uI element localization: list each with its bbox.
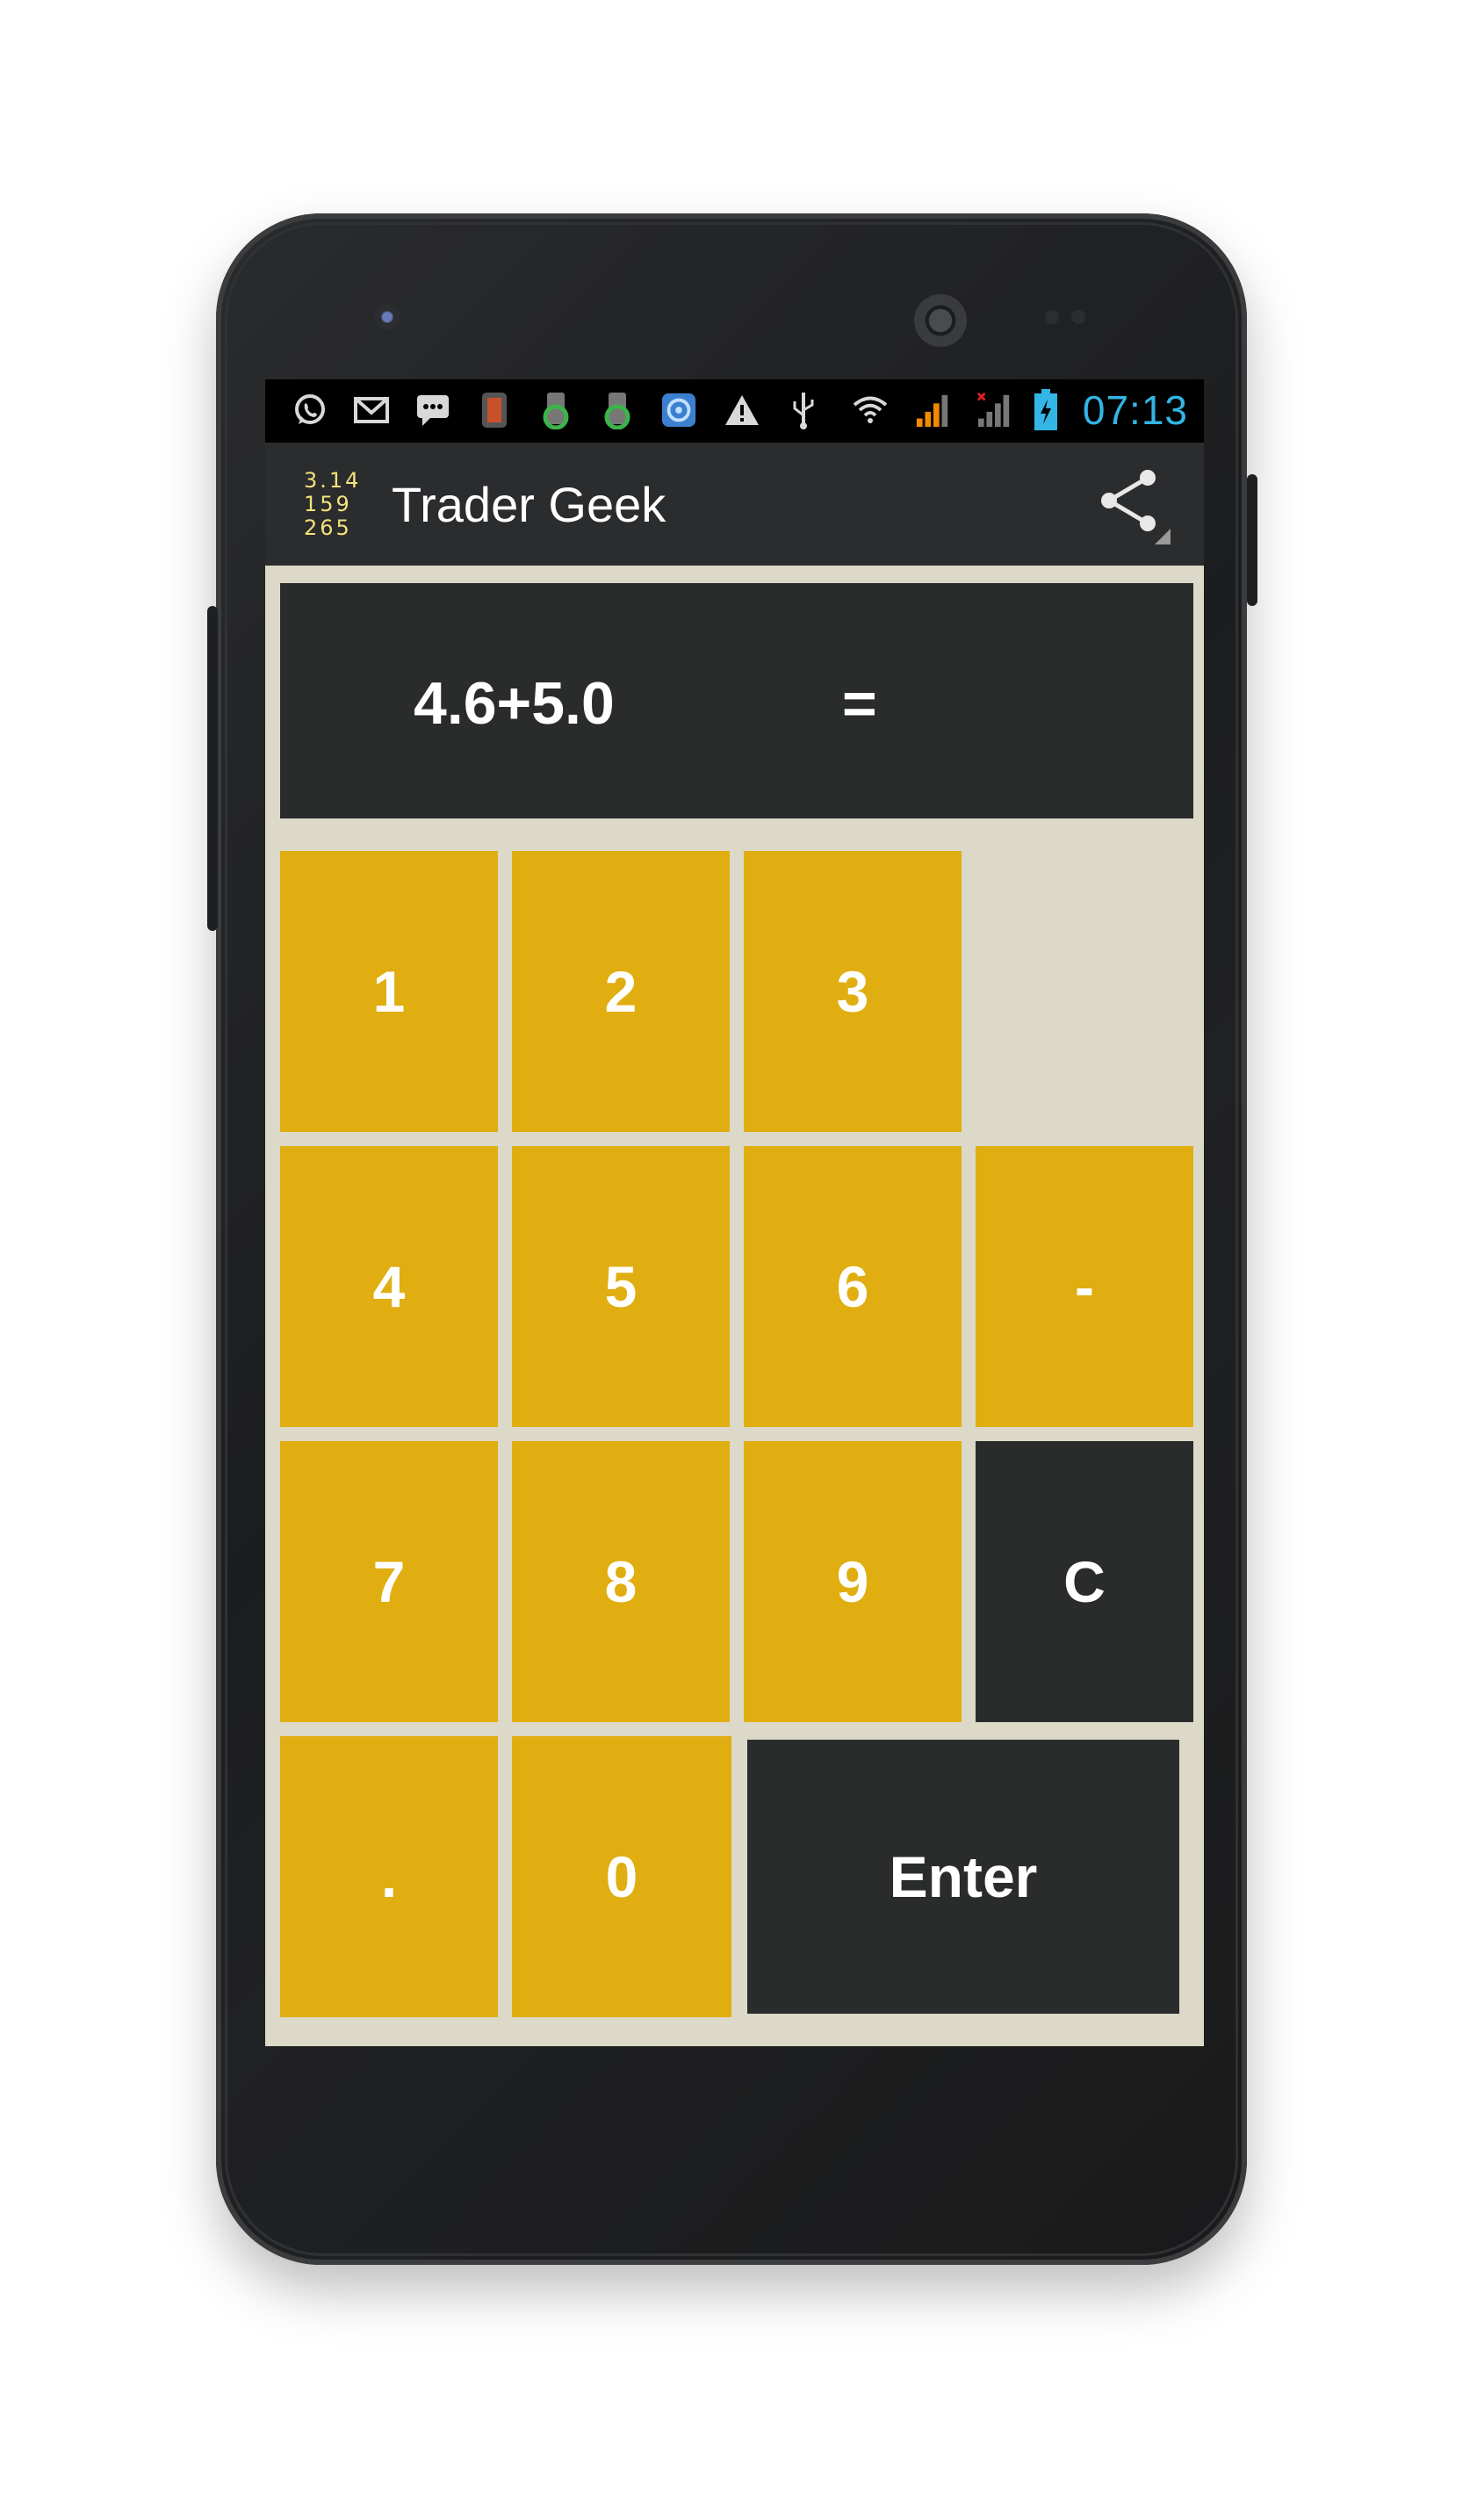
app-title: Trader Geek [392,477,666,532]
green-app-icon-2 [599,392,636,429]
battery-charging-icon [1027,389,1064,430]
equals-sign: = [842,670,877,737]
key-3[interactable]: 3 [744,851,962,1132]
minus-button[interactable]: - [976,1146,1193,1427]
key-8[interactable]: 8 [512,1441,730,1722]
status-time: 07:13 [1082,387,1188,433]
battery-app-icon [476,392,513,429]
gmail-icon [353,392,390,429]
wifi-icon [852,392,889,429]
warning-icon [724,392,760,429]
blue-app-icon [660,392,697,429]
usb-icon [785,392,822,429]
key-2[interactable]: 2 [512,851,730,1132]
whatsapp-icon [292,392,328,429]
share-icon [1101,470,1171,544]
decimal-point-button[interactable]: . [280,1736,498,2017]
key-0[interactable]: 0 [512,1736,731,2017]
expression-text: 4.6+5.0 [414,670,615,737]
key-7[interactable]: 7 [280,1441,498,1722]
key-1[interactable]: 1 [280,851,498,1132]
key-9[interactable]: 9 [744,1441,962,1722]
signal-icon [915,392,952,429]
app-logo: 3.14 159 265 [304,469,374,544]
status-bar: 07:13 [265,379,1204,443]
app-logo-row-3: 265 [304,515,352,540]
key-6[interactable]: 6 [744,1146,962,1427]
volume-button [207,606,218,931]
earpiece-speaker [914,294,967,347]
power-button [1247,474,1257,606]
action-bar: 3.14 159 265 Trader Geek [265,443,1204,566]
screen: 07:13 3.14 159 265 Trader Geek 4.6+5.0 =… [265,379,1204,2046]
clear-button[interactable]: C [976,1441,1193,1722]
app-logo-row-1: 3.14 [304,468,362,493]
proximity-sensor [1045,310,1059,324]
light-sensor [1071,310,1085,324]
green-app-icon [537,392,574,429]
key-5[interactable]: 5 [512,1146,730,1427]
enter-button[interactable]: Enter [744,1736,1183,2017]
calculator-display: 4.6+5.0 = [280,583,1193,818]
signal-no-sim-icon [976,392,1013,429]
front-camera [374,304,400,330]
share-button[interactable] [1095,467,1172,544]
key-4[interactable]: 4 [280,1146,498,1427]
app-logo-row-2: 159 [304,492,352,516]
stage: 07:13 3.14 159 265 Trader Geek 4.6+5.0 =… [0,0,1484,2509]
sms-icon [414,392,451,429]
